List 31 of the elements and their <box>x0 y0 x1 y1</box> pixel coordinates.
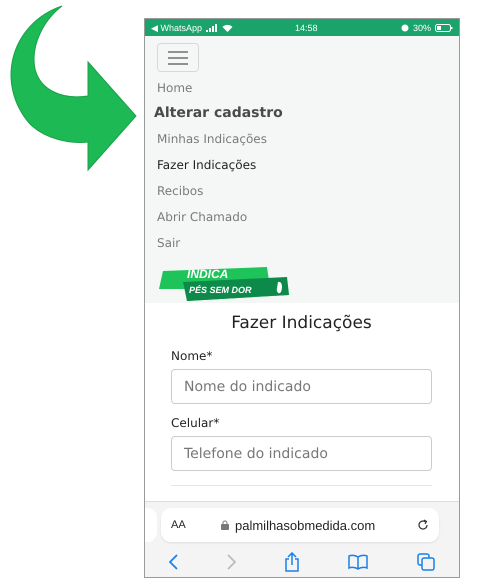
wifi-icon <box>222 24 234 32</box>
menu-link[interactable]: Home <box>157 80 192 97</box>
menu-heading[interactable]: Alterar cadastro <box>154 105 283 122</box>
reload-icon[interactable] <box>417 519 429 531</box>
back-icon[interactable] <box>169 554 178 570</box>
menu-link[interactable]: Abrir Chamado <box>157 209 248 226</box>
menu-icon <box>168 50 188 64</box>
battery-icon <box>435 24 453 32</box>
menu-link[interactable]: Sair <box>157 235 180 252</box>
logo-subtitle: PÉS SEM DOR <box>189 285 252 296</box>
input-field[interactable]: Telefone do indicado <box>171 436 432 471</box>
menu-button[interactable] <box>157 43 199 72</box>
signal-icon <box>206 24 218 32</box>
share-icon[interactable] <box>284 552 300 572</box>
field-label: Nome* <box>171 349 212 363</box>
form-title: Fazer Indicações <box>230 313 373 333</box>
url-text: palmilhasobmedida.com <box>235 518 376 532</box>
battery-percentage: 30% <box>412 22 431 32</box>
clock-time: 14:58 <box>295 22 319 32</box>
address-bar[interactable]: AA palmilhasobmedida.com <box>161 508 439 542</box>
text-size-button[interactable]: AA <box>171 519 221 531</box>
menu-link[interactable]: Recibos <box>157 183 204 200</box>
book-icon[interactable] <box>348 554 368 570</box>
menu-link[interactable]: Fazer Indicações <box>157 157 256 174</box>
tabs-icon[interactable] <box>416 553 435 571</box>
lock-icon <box>221 520 229 530</box>
logo-title: INDICA <box>187 268 228 281</box>
back-to-app-label[interactable]: ◀ WhatsApp <box>151 22 202 32</box>
menu-link[interactable]: Minhas Indicações <box>157 131 267 148</box>
input-field[interactable]: Nome do indicado <box>171 369 432 404</box>
field-label: Celular* <box>171 416 220 430</box>
